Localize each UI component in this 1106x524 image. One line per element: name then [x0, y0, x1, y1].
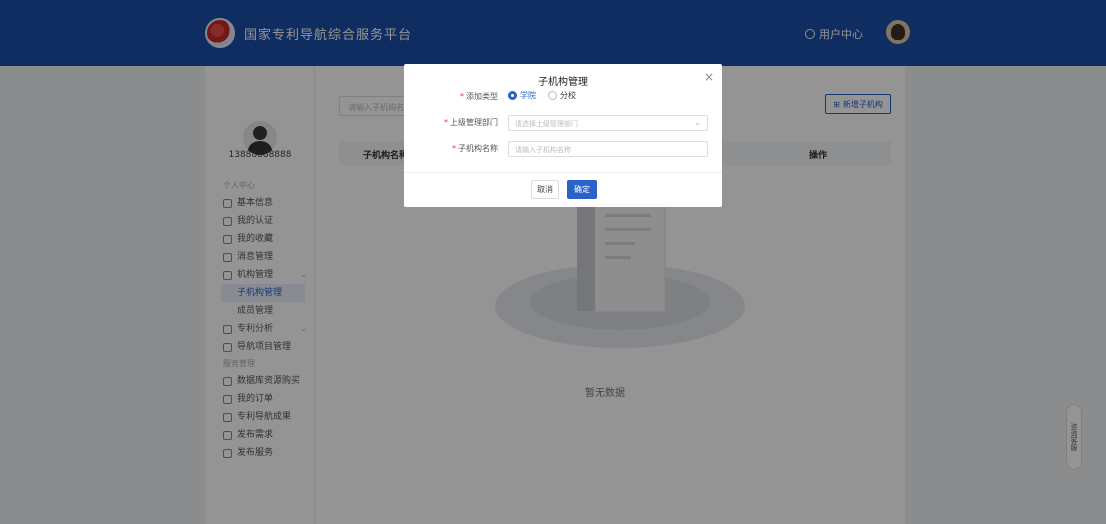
cancel-button[interactable]: 取消: [531, 180, 559, 199]
name-label-text: 子机构名称: [458, 144, 498, 153]
modal-title: 子机构管理: [538, 77, 588, 88]
sub-org-modal: 子机构管理 × * 添加类型 学院 分校 * 上级管理部门 请选择上级管理部门 ⌄ …: [404, 64, 722, 207]
type-row: * 添加类型 学院 分校: [404, 89, 722, 105]
type-radio-group: 学院 分校: [508, 90, 576, 101]
parent-select-placeholder: 请选择上级管理部门: [515, 120, 578, 128]
type-label-text: 添加类型: [466, 92, 498, 101]
radio-unchecked-icon: [548, 91, 557, 100]
close-icon[interactable]: ×: [704, 70, 714, 84]
sub-org-name-input[interactable]: 请输入子机构名称: [508, 141, 708, 157]
parent-department-select[interactable]: 请选择上级管理部门 ⌄: [508, 115, 708, 131]
radio-college[interactable]: 学院: [508, 90, 536, 101]
parent-row: * 上级管理部门 请选择上级管理部门 ⌄: [404, 115, 722, 131]
type-label: * 添加类型: [460, 92, 498, 101]
name-row: * 子机构名称 请输入子机构名称: [404, 141, 722, 157]
confirm-button[interactable]: 确定: [567, 180, 597, 199]
parent-label-text: 上级管理部门: [450, 118, 498, 127]
name-label: * 子机构名称: [452, 144, 498, 153]
parent-label: * 上级管理部门: [444, 118, 498, 127]
radio-checked-icon: [508, 91, 517, 100]
radio-branch-label: 分校: [560, 91, 576, 100]
chevron-down-icon: ⌄: [694, 118, 701, 127]
modal-divider: [404, 172, 722, 173]
radio-branch[interactable]: 分校: [548, 90, 576, 101]
radio-college-label: 学院: [520, 91, 536, 100]
